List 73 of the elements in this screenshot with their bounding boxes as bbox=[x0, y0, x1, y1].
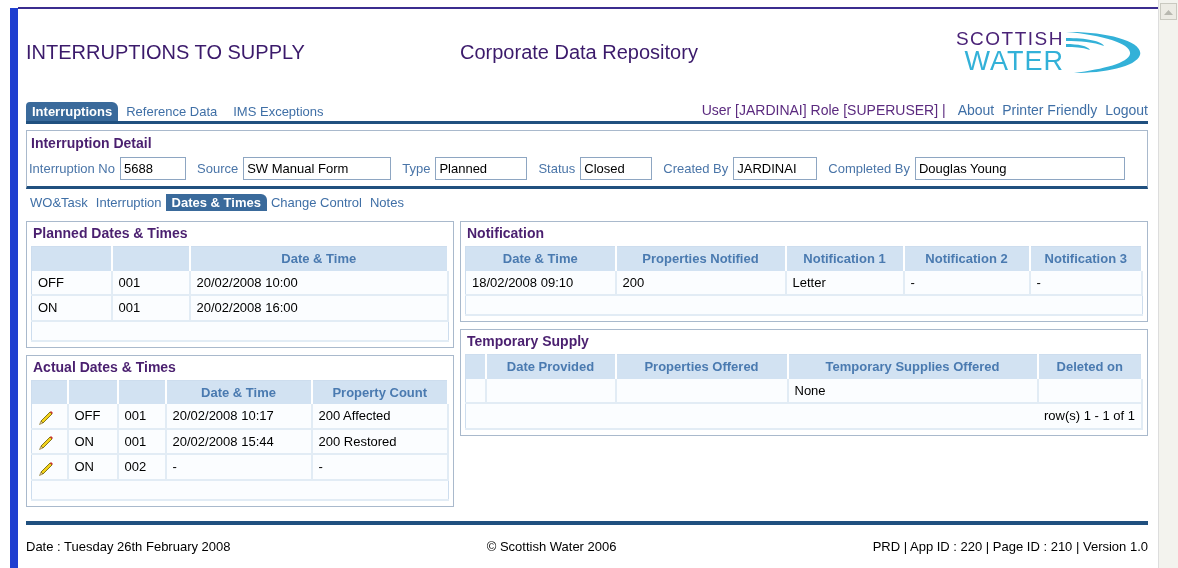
pencil-icon[interactable] bbox=[38, 459, 54, 476]
table-cell: ON bbox=[31, 295, 112, 321]
sub-tab[interactable]: Dates & Times bbox=[165, 193, 267, 211]
field-label: Interruption No bbox=[29, 159, 115, 178]
app-subtitle: Corporate Data Repository bbox=[460, 40, 698, 65]
column-header: Date & Time bbox=[465, 246, 616, 271]
table-cell: OFF bbox=[67, 404, 118, 429]
input-field[interactable]: 5688 bbox=[120, 157, 186, 180]
version-info: PRD | App ID : 220 | Page ID : 210 | Version 1.0 bbox=[872, 537, 1148, 556]
nav-tab[interactable]: IMS Exceptions bbox=[225, 103, 332, 121]
field-label: Type bbox=[402, 159, 431, 178]
sub-tab[interactable]: Interruption bbox=[91, 193, 166, 211]
column-header: Temporary Supplies Offered bbox=[787, 354, 1038, 379]
panel-title: Planned Dates & Times bbox=[32, 224, 189, 243]
column-header: Property Count bbox=[311, 380, 448, 404]
field-label: Created By bbox=[663, 159, 729, 178]
table-cell: - bbox=[165, 454, 312, 480]
page-title: INTERRUPTIONS TO SUPPLY bbox=[26, 40, 306, 65]
panel-title: Actual Dates & Times bbox=[32, 357, 177, 377]
table-cell: 20/02/2008 16:00 bbox=[189, 295, 448, 321]
nav-tab[interactable]: Interruptions bbox=[26, 102, 119, 121]
column-header: Date & Time bbox=[189, 246, 448, 271]
table-cell: OFF bbox=[31, 270, 112, 295]
sub-tab[interactable]: Notes bbox=[366, 193, 408, 211]
user-info: User [JARDINAI] Role [SUPERUSER] | bbox=[701, 101, 946, 120]
nav-tab[interactable]: Reference Data bbox=[118, 103, 226, 121]
table-cell: 001 bbox=[111, 295, 190, 321]
pencil-icon[interactable] bbox=[38, 408, 54, 425]
logo-text: SCOTTISH bbox=[955, 29, 1064, 48]
sub-tab[interactable]: WO&Task bbox=[26, 193, 92, 211]
input-field[interactable]: Closed bbox=[580, 157, 653, 180]
sub-tab[interactable]: Change Control bbox=[266, 193, 366, 211]
input-field[interactable]: SW Manual Form bbox=[243, 157, 392, 180]
input-field[interactable]: Douglas Young bbox=[914, 157, 1125, 180]
table-cell: 200 bbox=[615, 270, 786, 295]
column-header: Properties Notified bbox=[615, 246, 786, 271]
table-cell: 20/02/2008 10:17 bbox=[165, 404, 312, 429]
input-field[interactable]: JARDINAI bbox=[733, 157, 818, 180]
table-cell: - bbox=[903, 270, 1030, 295]
table-cell: 001 bbox=[117, 404, 166, 429]
header-link[interactable]: Logout bbox=[1105, 100, 1148, 121]
pencil-icon[interactable] bbox=[38, 434, 54, 451]
header-link[interactable]: About bbox=[957, 100, 995, 121]
table-cell: 20/02/2008 15:44 bbox=[165, 428, 312, 454]
footer-date: Date : Tuesday 26th February 2008 bbox=[26, 537, 231, 556]
table-cell: 200 Affected bbox=[311, 404, 448, 429]
table-cell: - bbox=[311, 454, 448, 480]
table-cell: 18/02/2008 09:10 bbox=[465, 270, 616, 295]
field-label: Source bbox=[197, 159, 239, 178]
column-header: Notification 1 bbox=[785, 246, 904, 271]
caret-up-icon bbox=[1164, 8, 1173, 15]
column-header: Notification 2 bbox=[903, 246, 1030, 271]
copyright-text: © Scottish Water 2006 bbox=[486, 537, 617, 556]
panel-title: Notification bbox=[466, 224, 545, 243]
panel-title: Interruption Detail bbox=[30, 134, 153, 153]
field-label: Status bbox=[538, 159, 576, 178]
column-header: Notification 3 bbox=[1029, 246, 1142, 271]
column-header: Date & Time bbox=[165, 380, 312, 404]
panel-title: Temporary Supply bbox=[466, 332, 590, 351]
column-header: Date Provided bbox=[485, 354, 616, 379]
table-cell: Letter bbox=[785, 270, 904, 295]
table-cell: - bbox=[1029, 270, 1142, 295]
water-swirl-icon bbox=[1064, 29, 1142, 75]
column-header: Properties Offered bbox=[615, 354, 788, 379]
pager-text: row(s) 1 - 1 of 1 bbox=[465, 403, 1142, 429]
table-cell: 20/02/2008 10:00 bbox=[189, 270, 448, 295]
field-label: Completed By bbox=[828, 159, 910, 178]
column-header: Deleted on bbox=[1037, 354, 1142, 379]
input-field[interactable]: Planned bbox=[435, 157, 528, 180]
logo-text: WATER bbox=[963, 48, 1064, 75]
table-cell: 200 Restored bbox=[311, 428, 448, 454]
header-link[interactable]: Printer Friendly bbox=[1002, 100, 1098, 121]
table-cell: None bbox=[787, 378, 1038, 403]
